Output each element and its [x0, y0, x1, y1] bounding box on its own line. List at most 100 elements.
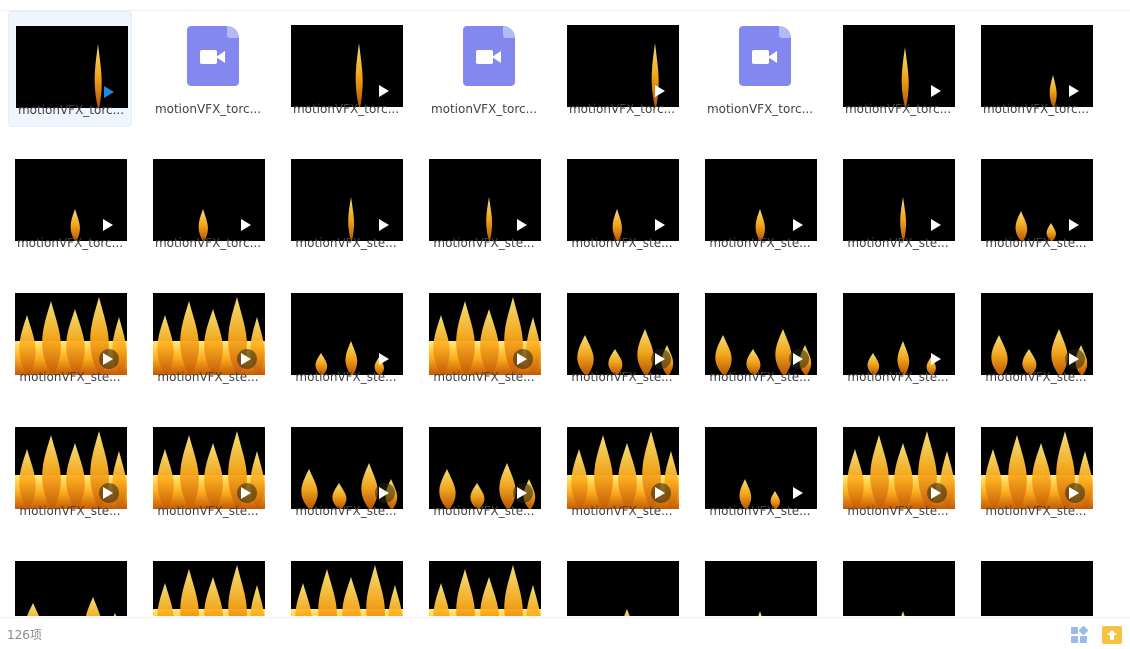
video-thumbnail — [153, 427, 265, 509]
file-tile[interactable]: motionVFX_ste... — [284, 413, 408, 529]
file-tile[interactable]: motionVFX_ste... — [974, 279, 1098, 395]
thumbnail-image — [705, 561, 817, 616]
file-tile[interactable] — [698, 547, 822, 616]
video-file-icon — [463, 26, 515, 86]
file-name: motionVFX_ste... — [571, 504, 673, 518]
file-tile[interactable]: motionVFX_ste... — [284, 279, 408, 395]
file-tile[interactable]: motionVFX_ste... — [146, 413, 270, 529]
item-count: 126项 — [7, 628, 42, 642]
file-tile[interactable]: motionVFX_ste... — [698, 279, 822, 395]
video-file-icon — [187, 26, 239, 86]
file-tile[interactable] — [422, 547, 546, 616]
play-icon — [1069, 353, 1079, 365]
video-thumbnail — [981, 25, 1093, 107]
grid-view-icon[interactable] — [1071, 625, 1089, 645]
file-name: motionVFX_ste... — [433, 370, 535, 384]
video-thumbnail — [567, 427, 679, 509]
file-tile[interactable]: motionVFX_torc... — [698, 11, 822, 127]
file-tile[interactable]: motionVFX_torc... — [836, 11, 960, 127]
play-icon — [793, 487, 803, 499]
file-tile[interactable] — [146, 547, 270, 616]
file-tile[interactable]: motionVFX_ste... — [146, 279, 270, 395]
upload-folder-icon[interactable] — [1102, 626, 1122, 644]
file-name: motionVFX_ste... — [985, 236, 1087, 250]
video-thumbnail — [153, 159, 265, 241]
video-thumbnail — [429, 293, 541, 375]
play-icon — [379, 85, 389, 97]
file-tile[interactable] — [284, 547, 408, 616]
file-tile[interactable]: motionVFX_ste... — [422, 413, 546, 529]
video-thumbnail — [843, 561, 955, 616]
file-name: motionVFX_torc... — [154, 102, 262, 116]
file-tile[interactable]: motionVFX_torc... — [284, 11, 408, 127]
file-tile[interactable]: motionVFX_ste... — [974, 413, 1098, 529]
file-name: motionVFX_ste... — [433, 504, 535, 518]
file-tile[interactable]: motionVFX_ste... — [284, 145, 408, 261]
file-tile[interactable]: motionVFX_ste... — [836, 145, 960, 261]
file-tile[interactable]: motionVFX_torc... — [422, 11, 546, 127]
video-thumbnail — [567, 25, 679, 107]
thumbnail-image — [429, 561, 541, 616]
file-tile[interactable]: motionVFX_ste... — [422, 279, 546, 395]
play-icon — [241, 487, 251, 499]
file-name: motionVFX_torc... — [706, 102, 814, 116]
file-grid: motionVFX_torc... motionVFX_torc... motio… — [0, 0, 1130, 616]
file-tile[interactable]: motionVFX_torc... — [8, 145, 132, 261]
file-tile[interactable] — [974, 547, 1098, 616]
file-name: motionVFX_ste... — [847, 504, 949, 518]
play-icon — [517, 487, 527, 499]
play-icon — [241, 219, 251, 231]
file-tile[interactable]: motionVFX_torc... — [146, 145, 270, 261]
file-tile[interactable]: motionVFX_ste... — [698, 413, 822, 529]
play-icon — [379, 353, 389, 365]
file-name: motionVFX_ste... — [295, 504, 397, 518]
file-name: motionVFX_ste... — [985, 504, 1087, 518]
status-bar: 126项 — [0, 617, 1130, 649]
file-name: motionVFX_ste... — [157, 370, 259, 384]
file-tile[interactable]: motionVFX_torc... — [8, 11, 132, 127]
play-icon — [103, 487, 113, 499]
file-name: motionVFX_ste... — [295, 370, 397, 384]
play-icon — [104, 86, 114, 98]
file-tile[interactable]: motionVFX_ste... — [8, 413, 132, 529]
file-tile[interactable]: motionVFX_torc... — [146, 11, 270, 127]
file-tile[interactable] — [8, 547, 132, 616]
play-icon — [793, 353, 803, 365]
file-tile[interactable]: motionVFX_ste... — [698, 145, 822, 261]
file-tile[interactable]: motionVFX_ste... — [560, 145, 684, 261]
file-tile[interactable]: motionVFX_torc... — [974, 11, 1098, 127]
file-tile[interactable]: motionVFX_ste... — [836, 279, 960, 395]
video-thumbnail — [291, 293, 403, 375]
play-icon — [1069, 85, 1079, 97]
file-tile[interactable]: motionVFX_ste... — [8, 279, 132, 395]
play-icon — [103, 353, 113, 365]
play-icon — [931, 487, 941, 499]
video-thumbnail — [153, 293, 265, 375]
thumbnail-image — [15, 561, 127, 616]
video-thumbnail — [981, 159, 1093, 241]
thumbnail-image — [153, 561, 265, 616]
file-name: motionVFX_ste... — [19, 504, 121, 518]
video-thumbnail — [567, 293, 679, 375]
file-tile[interactable] — [560, 547, 684, 616]
play-icon — [379, 487, 389, 499]
play-icon — [1069, 219, 1079, 231]
video-thumbnail — [429, 561, 541, 616]
file-tile[interactable]: motionVFX_ste... — [836, 413, 960, 529]
file-tile[interactable]: motionVFX_ste... — [974, 145, 1098, 261]
video-thumbnail — [153, 561, 265, 616]
video-thumbnail — [567, 159, 679, 241]
file-tile[interactable] — [836, 547, 960, 616]
file-tile[interactable]: motionVFX_ste... — [560, 413, 684, 529]
file-tile[interactable]: motionVFX_ste... — [560, 279, 684, 395]
video-thumbnail — [16, 26, 128, 108]
play-icon — [517, 219, 527, 231]
video-thumbnail — [15, 427, 127, 509]
file-tile[interactable]: motionVFX_torc... — [560, 11, 684, 127]
video-thumbnail — [981, 561, 1093, 616]
video-thumbnail — [705, 561, 817, 616]
play-icon — [793, 219, 803, 231]
video-thumbnail — [705, 159, 817, 241]
file-tile[interactable]: motionVFX_ste... — [422, 145, 546, 261]
video-file-icon — [739, 26, 791, 86]
